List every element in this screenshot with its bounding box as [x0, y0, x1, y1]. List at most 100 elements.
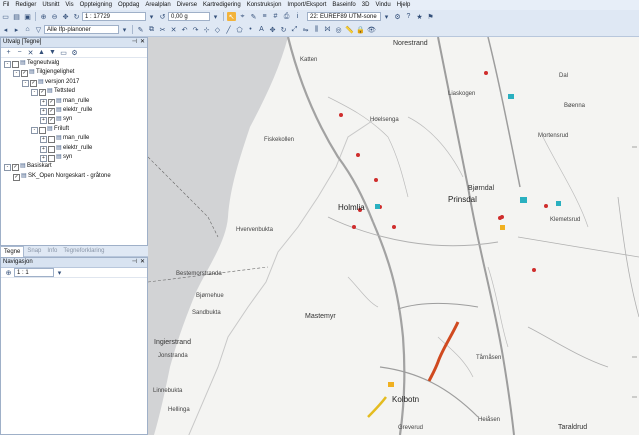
layer-checkbox[interactable]: ✓	[21, 70, 28, 78]
settings-icon[interactable]: ⚙	[70, 48, 79, 57]
menu-item-12[interactable]: 3D	[359, 0, 373, 10]
delete-icon[interactable]: ✕	[169, 25, 178, 34]
tree-row[interactable]: - ▤Friluft	[1, 125, 147, 134]
eye-icon[interactable]: 👁	[367, 25, 376, 34]
menu-item-9[interactable]: Konstruksjon	[244, 0, 285, 10]
collapse-icon[interactable]: -	[22, 79, 29, 87]
layer-checkbox[interactable]: ✓	[13, 173, 20, 181]
grid-icon[interactable]: #	[271, 12, 280, 21]
menu-item-3[interactable]: Vis	[62, 0, 76, 10]
line-icon[interactable]: ╱	[224, 25, 233, 34]
navigation-scale-field[interactable]: 1 : 1	[14, 268, 54, 277]
chevron-down-icon[interactable]: ▾	[147, 12, 156, 21]
expand-icon[interactable]: +	[40, 154, 47, 162]
expand-icon[interactable]: +	[40, 145, 47, 153]
layer-checkbox[interactable]	[48, 145, 55, 153]
layer-checkbox[interactable]: ✓	[48, 107, 55, 115]
chevron-down-icon[interactable]: ▾	[382, 12, 391, 21]
menu-item-10[interactable]: Import/Eksport	[284, 0, 329, 10]
expand-icon[interactable]: +	[40, 117, 47, 125]
chevron-down-icon[interactable]: ▾	[211, 12, 220, 21]
scale-icon[interactable]: ⤢	[290, 25, 299, 34]
menu-item-8[interactable]: Kartredigering	[200, 0, 244, 10]
pen-icon[interactable]: ✎	[249, 12, 258, 21]
new-icon[interactable]: ▭	[1, 12, 10, 21]
map-canvas[interactable]	[148, 37, 639, 435]
collapse-icon[interactable]: -	[4, 61, 11, 68]
star-icon[interactable]: ★	[415, 12, 424, 21]
tree-row[interactable]: + ▤elektr_rulle	[1, 144, 147, 153]
rotate-icon[interactable]: ↻	[279, 25, 288, 34]
menu-item-1[interactable]: Rediger	[12, 0, 39, 10]
tree-row[interactable]: - ✓ ▤Tilgjengelighet	[1, 68, 147, 78]
menu-item-13[interactable]: Vindu	[372, 0, 393, 10]
tab-tegneforklaring[interactable]: Tegneforklaring	[60, 246, 107, 256]
menu-item-6[interactable]: Arealplan	[142, 0, 173, 10]
save-icon[interactable]: ▣	[23, 12, 32, 21]
snap-icon[interactable]: ⊹	[202, 25, 211, 34]
tree-row[interactable]: - ✓ ▤Tettsted	[1, 87, 147, 97]
move-icon[interactable]: ✥	[268, 25, 277, 34]
node-icon[interactable]: ◇	[213, 25, 222, 34]
folder-icon[interactable]: ▭	[59, 48, 68, 57]
rotate-icon[interactable]: ↺	[158, 12, 167, 21]
home-icon[interactable]: ⌂	[23, 25, 32, 34]
layer-checkbox[interactable]	[12, 61, 19, 68]
menu-item-0[interactable]: Fil	[0, 0, 12, 10]
up-icon[interactable]: ▲	[37, 48, 46, 57]
join-icon[interactable]: ⨝	[323, 25, 332, 34]
pan-icon[interactable]: ✥	[61, 12, 70, 21]
navigation-overview[interactable]	[1, 278, 147, 433]
layer-checkbox[interactable]: ✓	[30, 79, 37, 87]
cut-icon[interactable]: ✂	[158, 25, 167, 34]
menu-item-7[interactable]: Diverse	[174, 0, 200, 10]
ruler-icon[interactable]: 📏	[345, 25, 354, 34]
down-icon[interactable]: ▼	[48, 48, 57, 57]
layer-checkbox[interactable]: ✓	[39, 89, 46, 97]
menu-item-14[interactable]: Hjelp	[394, 0, 414, 10]
arrow-left-icon[interactable]: ◂	[1, 25, 10, 34]
tree-row[interactable]: - ✓ ▤versjon 2017	[1, 78, 147, 87]
help-icon[interactable]: ?	[404, 12, 413, 21]
delete-icon[interactable]: ✕	[26, 48, 35, 57]
pin-icon[interactable]: ⊣	[132, 258, 137, 267]
angle-field[interactable]: 0,00 g	[168, 12, 210, 21]
expand-icon[interactable]: +	[40, 136, 47, 144]
polygon-icon[interactable]: ⬠	[235, 25, 244, 34]
tree-row[interactable]: ✓ ▤SK_Open Norgeskart - gråtone	[1, 172, 147, 181]
zoom-icon[interactable]: ⊕	[4, 268, 13, 277]
edit-icon[interactable]: ✎	[136, 25, 145, 34]
menu-item-2[interactable]: Utsnitt	[39, 0, 62, 10]
chevron-down-icon[interactable]: ▾	[120, 25, 129, 34]
layers-icon[interactable]: ≡	[260, 12, 269, 21]
scale-field[interactable]: 1 : 17729	[82, 12, 146, 21]
tab-tegne[interactable]: Tegne	[0, 245, 25, 257]
layer-checkbox[interactable]	[48, 154, 55, 162]
tab-snap[interactable]: Snap	[24, 246, 44, 256]
projection-select[interactable]: 22: EUREF89 UTM-sone	[307, 12, 381, 21]
filter-select[interactable]: Alle Ifp-planoner	[44, 25, 119, 34]
measure-icon[interactable]: ⌖	[238, 12, 247, 21]
mirror-icon[interactable]: ⇋	[301, 25, 310, 34]
close-icon[interactable]: ✕	[140, 38, 145, 47]
text-icon[interactable]: A	[257, 25, 266, 34]
settings-icon[interactable]: ⚙	[393, 12, 402, 21]
copy-icon[interactable]: ⧉	[147, 25, 156, 34]
tree-row[interactable]: + ✓ ▤syn	[1, 115, 147, 125]
zoom-out-icon[interactable]: ⊖	[50, 12, 59, 21]
tree-row[interactable]: + ✓ ▤elektr_rulle	[1, 106, 147, 115]
map-view[interactable]: Norestrand Katten Hoelsenga Fiskekollen Holm…	[148, 37, 639, 435]
add-layer-icon[interactable]: +	[4, 48, 13, 57]
tree-row[interactable]: + ▤syn	[1, 153, 147, 162]
redo-icon[interactable]: ↷	[191, 25, 200, 34]
layer-checkbox[interactable]: ✓	[12, 164, 19, 172]
refresh-icon[interactable]: ↻	[72, 12, 81, 21]
remove-layer-icon[interactable]: −	[15, 48, 24, 57]
layer-checkbox[interactable]	[48, 136, 55, 144]
lock-icon[interactable]: 🔒	[356, 25, 365, 34]
menu-item-4[interactable]: Oppteigning	[77, 0, 115, 10]
tree-row[interactable]: - ▤Tegneutvalg	[1, 59, 147, 68]
tree-row[interactable]: + ▤man_rulle	[1, 134, 147, 144]
tree-row[interactable]: + ✓ ▤man_rulle	[1, 97, 147, 106]
expand-icon[interactable]: +	[40, 107, 47, 115]
